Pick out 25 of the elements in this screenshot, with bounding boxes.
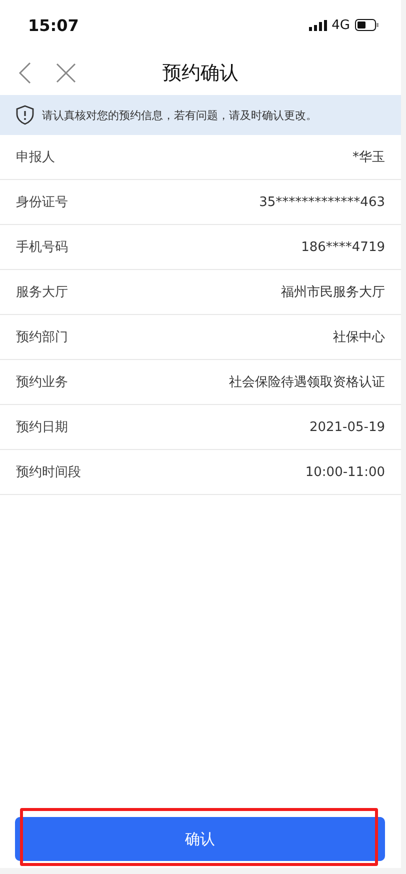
notice-text: 请认真核对您的预约信息，若有问题，请及时确认更改。 <box>42 108 317 122</box>
signal-icon <box>308 20 327 30</box>
field-value: 186****4719 <box>301 240 385 254</box>
field-label: 身份证号 <box>16 194 68 211</box>
field-value: 10:00-11:00 <box>305 464 385 480</box>
field-value: 社保中心 <box>333 329 385 346</box>
field-value: 社会保险待遇领取资格认证 <box>229 374 385 391</box>
field-label: 预约时间段 <box>16 464 81 481</box>
shield-icon <box>16 105 34 125</box>
field-value: 2021-05-19 <box>309 420 385 434</box>
page-title: 预约确认 <box>162 60 240 86</box>
field-label: 预约部门 <box>16 329 68 346</box>
field-label: 申报人 <box>16 149 55 166</box>
confirm-button[interactable]: 确认 <box>15 817 385 861</box>
field-label: 预约日期 <box>16 419 68 436</box>
field-label: 服务大厅 <box>16 284 68 301</box>
field-value: 福州市民服务大厅 <box>281 284 385 301</box>
network-label: 4G <box>332 18 350 32</box>
battery-icon <box>355 19 379 31</box>
field-value: 35*************463 <box>259 194 385 210</box>
status-time: 15:07 <box>28 16 79 34</box>
field-label: 手机号码 <box>16 239 68 256</box>
field-value: *华玉 <box>352 149 385 166</box>
field-label: 预约业务 <box>16 374 68 391</box>
close-button[interactable] <box>54 60 78 84</box>
